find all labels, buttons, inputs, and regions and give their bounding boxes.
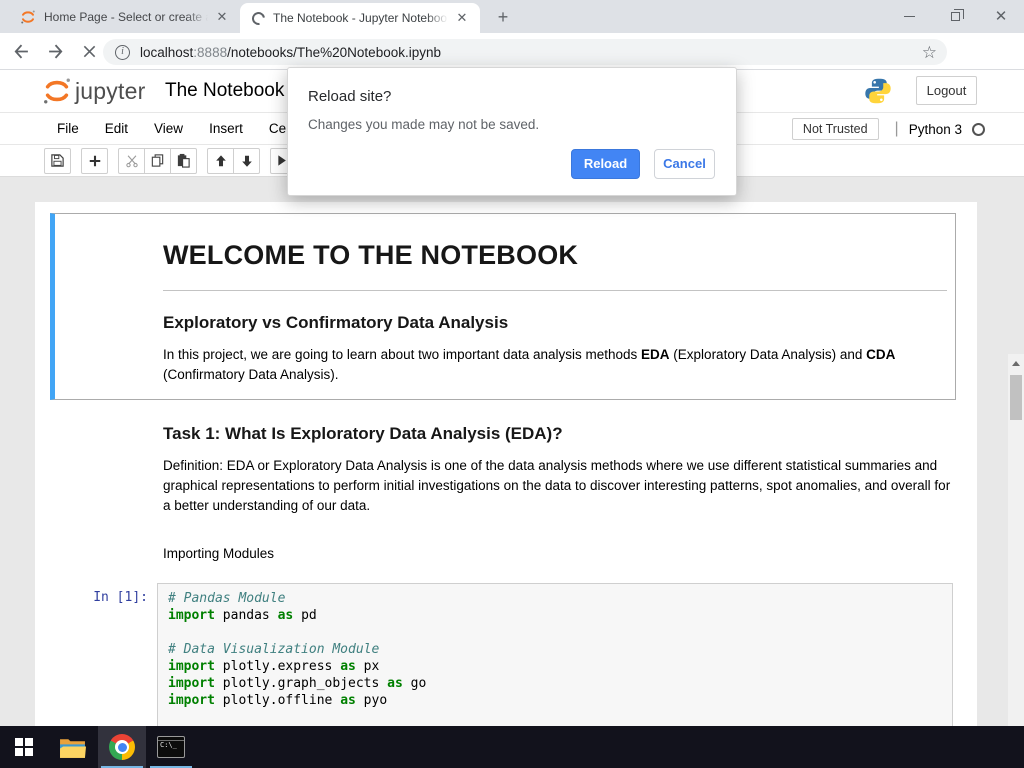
close-button[interactable]: ✕ (978, 0, 1024, 33)
notebook-container: WELCOME TO THE NOTEBOOK Exploratory vs C… (35, 202, 977, 768)
restore-icon (950, 9, 964, 21)
arrow-up-icon (215, 154, 226, 166)
markdown-cell-task1[interactable]: Task 1: What Is Exploratory Data Analysi… (163, 424, 955, 564)
input-prompt: In [1]: (93, 590, 148, 605)
notebook-h2: Exploratory vs Confirmatory Data Analysi… (163, 313, 509, 332)
tab-the-notebook[interactable]: The Notebook - Jupyter Notebook ✕ (240, 3, 480, 33)
scrollbar-thumb[interactable] (1010, 375, 1022, 420)
python-logo-icon (864, 77, 892, 110)
kernel-separator: | (894, 120, 899, 137)
plus-icon (89, 155, 100, 166)
kernel-name: Python 3 (908, 121, 962, 137)
loading-spinner-icon (249, 8, 268, 28)
cancel-dialog-button[interactable]: Cancel (654, 149, 715, 179)
screen: Home Page - Select or create a notebook … (0, 0, 1024, 768)
notebook-scroll-area[interactable]: WELCOME TO THE NOTEBOOK Exploratory vs C… (0, 177, 1024, 768)
menu-right-section: Not Trusted | Python 3 (791, 113, 985, 145)
reload-button[interactable]: Reload (571, 149, 640, 179)
reload-dialog: Reload site? Changes you made may not be… (287, 67, 737, 196)
tab-title: Home Page - Select or create a notebook (44, 9, 208, 24)
jupyter-logo[interactable]: jupyter (42, 76, 145, 106)
save-button[interactable] (44, 147, 71, 174)
minimize-button[interactable] (886, 0, 932, 33)
jupyter-logo-icon (44, 78, 70, 104)
forward-icon (48, 44, 62, 58)
arrow-down-icon (241, 155, 252, 167)
terminal-icon: C:\_ (157, 736, 185, 758)
back-icon (14, 44, 28, 58)
markdown-cell-selected[interactable]: WELCOME TO THE NOTEBOOK Exploratory vs C… (50, 213, 956, 400)
windows-taskbar: C:\_ (0, 726, 1024, 768)
task1-heading: Task 1: What Is Exploratory Data Analysi… (163, 424, 563, 443)
move-cell-up-button[interactable] (207, 147, 234, 174)
browser-toolbar: i localhost:8888/notebooks/The%20Noteboo… (0, 33, 1024, 98)
tab-strip: Home Page - Select or create a notebook … (0, 0, 1024, 33)
stop-icon (83, 45, 95, 57)
tab-close-icon[interactable]: ✕ (214, 9, 230, 25)
close-icon: ✕ (994, 8, 1008, 25)
save-icon (51, 154, 64, 167)
logout-button[interactable]: Logout (916, 76, 977, 105)
intro-paragraph: In this project, we are going to learn a… (163, 347, 896, 382)
menu-file[interactable]: File (44, 121, 92, 136)
forward-button[interactable] (42, 38, 68, 64)
jupyter-logo-icon (21, 10, 35, 23)
tab-home-page[interactable]: Home Page - Select or create a notebook … (8, 0, 240, 33)
copy-cell-button[interactable] (144, 147, 171, 174)
tab-close-icon[interactable]: ✕ (454, 10, 470, 26)
restore-button[interactable] (932, 0, 978, 33)
address-bar[interactable]: i localhost:8888/notebooks/The%20Noteboo… (103, 39, 947, 65)
notebook-title[interactable]: The Notebook (165, 80, 284, 102)
windows-logo-icon (15, 738, 33, 756)
chrome-taskbar-button[interactable] (98, 726, 146, 768)
notebook-h1: WELCOME TO THE NOTEBOOK (163, 240, 579, 270)
kernel-idle-icon (972, 122, 985, 136)
paste-cell-button[interactable] (170, 147, 197, 174)
copy-icon (151, 154, 164, 167)
dialog-message: Changes you made may not be saved. (308, 117, 540, 132)
minimize-icon (903, 16, 915, 17)
start-button[interactable] (0, 726, 48, 768)
importing-modules-label: Importing Modules (163, 546, 275, 561)
dialog-buttons: Reload Cancel (571, 149, 715, 179)
add-cell-button[interactable] (81, 147, 108, 174)
vertical-scrollbar[interactable] (1008, 354, 1024, 768)
scroll-up-icon[interactable] (1012, 361, 1020, 366)
site-info-icon[interactable]: i (115, 44, 130, 60)
menu-insert[interactable]: Insert (196, 121, 256, 136)
menu-edit[interactable]: Edit (92, 121, 141, 136)
move-cell-down-button[interactable] (233, 147, 260, 174)
cut-cell-button[interactable] (118, 147, 145, 174)
scissors-icon (125, 154, 138, 167)
jupyter-logo-text: jupyter (75, 77, 146, 104)
chrome-icon (109, 734, 135, 760)
dialog-title: Reload site? (308, 88, 392, 105)
not-trusted-button[interactable]: Not Trusted (791, 118, 879, 140)
task1-definition: Definition: EDA or Exploratory Data Anal… (163, 458, 951, 513)
folder-icon (59, 738, 86, 758)
stop-loading-button[interactable] (76, 38, 102, 64)
new-tab-button[interactable]: + (492, 7, 514, 29)
paste-icon (177, 153, 190, 168)
bookmark-star-icon[interactable]: ☆ (922, 44, 937, 61)
back-button[interactable] (8, 38, 34, 64)
window-controls: ✕ (886, 0, 1024, 33)
tab-title: The Notebook - Jupyter Notebook (273, 11, 448, 25)
divider (163, 290, 947, 291)
terminal-taskbar-button[interactable]: C:\_ (147, 726, 195, 768)
menu-view[interactable]: View (141, 121, 196, 136)
url-text[interactable]: localhost:8888/notebooks/The%20Notebook.… (140, 45, 922, 60)
file-explorer-button[interactable] (48, 726, 96, 768)
